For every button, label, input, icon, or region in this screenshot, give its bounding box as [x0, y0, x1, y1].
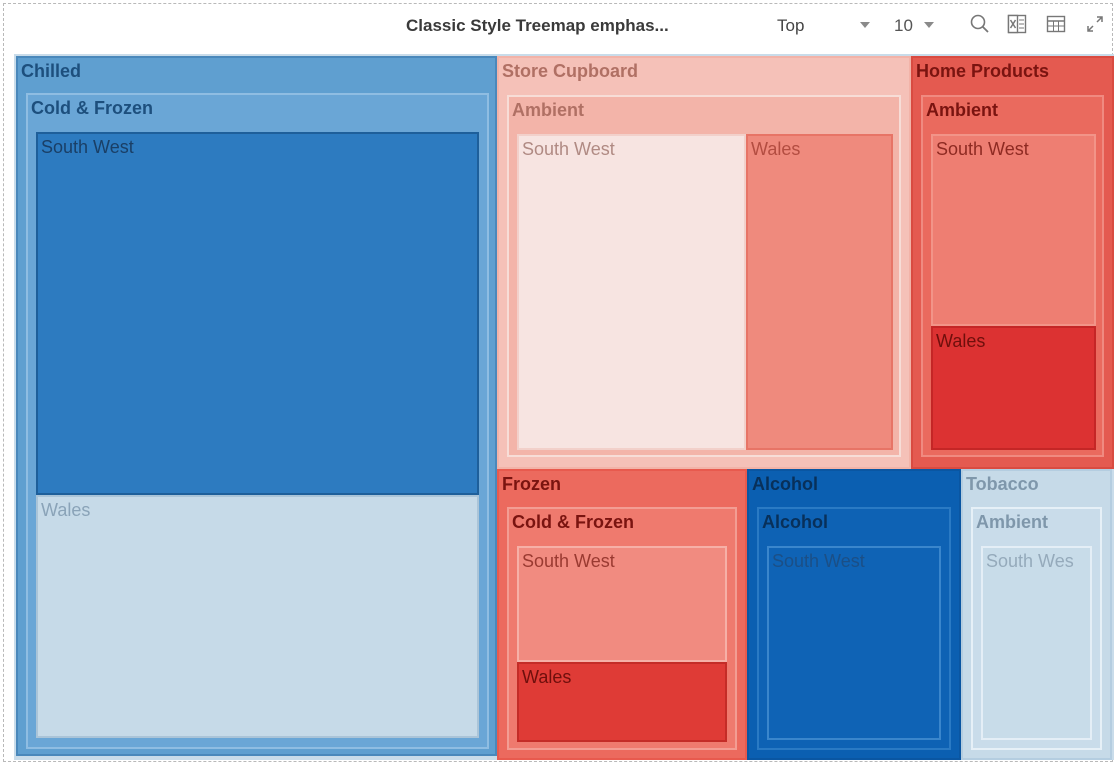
treemap-category-label: Home Products — [916, 61, 1050, 81]
treemap-group-label: Cold & Frozen — [31, 98, 153, 118]
treemap-region-label: Wales — [936, 331, 986, 351]
treemap-category-label: Alcohol — [752, 474, 818, 494]
treemap-region-tile-south-west[interactable]: South West — [517, 134, 746, 450]
treemap-category-label: Chilled — [21, 61, 82, 81]
panel-title: Classic Style Treemap emphas... — [406, 16, 669, 35]
treemap-region-tile-wales[interactable]: Wales — [746, 134, 893, 450]
treemap-group-label: Cold & Frozen — [512, 512, 634, 532]
treemap-region-label: South Wes — [986, 551, 1074, 571]
treemap-region-tile-wales[interactable]: Wales — [36, 495, 479, 738]
toolbar: Classic Style Treemap emphas... Top 10 — [0, 0, 1118, 52]
treemap-region-tile-south-wes[interactable]: South Wes — [981, 546, 1092, 740]
treemap-chart: Chilled Cold & Frozen South West Wales Store… — [14, 54, 1114, 760]
treemap-region-tile-south-west[interactable]: South West — [767, 546, 941, 740]
treemap-region-tile-south-west[interactable]: South West — [931, 134, 1096, 326]
treemap-group-label: Ambient — [976, 512, 1048, 532]
count-selector[interactable]: 10 — [894, 16, 913, 36]
treemap-region-label: South West — [522, 551, 615, 571]
treemap-group-label: Ambient — [512, 100, 584, 120]
treemap-category-label: Tobacco — [966, 474, 1039, 494]
search-icon[interactable] — [968, 12, 992, 36]
treemap-region-label: South West — [522, 139, 615, 159]
chevron-down-icon[interactable] — [860, 22, 870, 28]
treemap-category-label: Store Cupboard — [502, 61, 639, 81]
table-view-icon[interactable] — [1044, 12, 1068, 36]
treemap-region-label: Wales — [751, 139, 801, 159]
treemap-group-label: Alcohol — [762, 512, 828, 532]
treemap-region-tile-wales[interactable]: Wales — [517, 662, 727, 742]
treemap-region-tile-wales[interactable]: Wales — [931, 326, 1096, 450]
treemap-area: Chilled Cold & Frozen South West Wales Store… — [14, 54, 1114, 760]
treemap-category-label: Frozen — [502, 474, 562, 494]
chevron-down-icon[interactable] — [924, 22, 934, 28]
rank-selector[interactable]: Top — [777, 16, 804, 36]
treemap-region-label: South West — [41, 137, 134, 157]
treemap-region-tile-south-west[interactable]: South West — [517, 546, 727, 662]
treemap-region-label: South West — [936, 139, 1029, 159]
treemap-region-tile-south-west[interactable]: South West — [36, 132, 479, 495]
expand-icon[interactable] — [1083, 12, 1107, 36]
treemap-group-label: Ambient — [926, 100, 998, 120]
treemap-region-label: Wales — [522, 667, 572, 687]
treemap-region-label: South West — [772, 551, 865, 571]
treemap-region-label: Wales — [41, 500, 91, 520]
excel-export-icon[interactable] — [1005, 12, 1029, 36]
